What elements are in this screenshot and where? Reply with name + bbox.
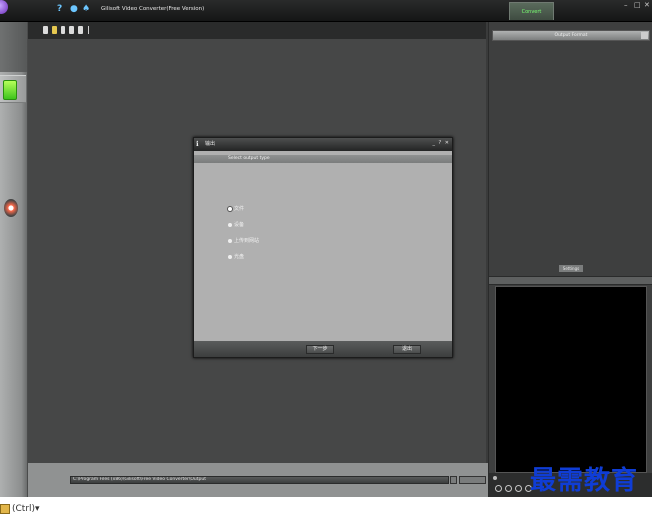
open-folder-button[interactable] [459, 476, 486, 484]
panel-divider [489, 276, 652, 285]
output-format-select[interactable]: Output Format [492, 30, 650, 41]
remove-icon[interactable] [78, 26, 83, 34]
maximize-icon[interactable]: □ [634, 1, 641, 9]
title-bar: ? ● ♠ Gilisoft Video Converter(Free Vers… [0, 0, 652, 22]
sidebar-tab[interactable] [0, 22, 27, 72]
app-logo-icon [0, 0, 8, 14]
watermark: 最需教育 [530, 466, 639, 496]
output-dialog: ℹ 输出 _ ? ✕ Select output type 文件 设备 上传到网… [193, 137, 453, 358]
chevron-down-icon [641, 32, 648, 39]
window-controls: – □ ✕ [622, 0, 652, 16]
toolbar-divider [88, 26, 89, 34]
option-label: 光盘 [234, 254, 245, 260]
option-label: 上传到网站 [234, 238, 260, 244]
add-dvd-icon[interactable] [69, 26, 74, 34]
option-label: 文件 [234, 206, 245, 212]
convert-button[interactable]: Convert [509, 2, 554, 20]
clipboard-icon [0, 503, 10, 514]
exit-button[interactable]: 退出 [393, 345, 421, 354]
clipboard-tag[interactable]: (Ctrl)▾ [0, 503, 40, 515]
preview-player [495, 286, 647, 473]
clipboard-label: (Ctrl) [12, 504, 36, 514]
browse-button[interactable] [450, 476, 457, 484]
settings-button[interactable]: Settings [559, 265, 583, 272]
radio-button[interactable] [228, 223, 232, 227]
app-title: Gilisoft Video Converter(Free Version) [101, 6, 205, 12]
dialog-window-controls[interactable]: _ ? ✕ [432, 140, 450, 147]
globe-icon[interactable]: ● [70, 4, 78, 14]
radio-button[interactable] [228, 255, 232, 259]
output-path-field[interactable]: C:\Program Files (x86)\Gilisoft\Free Vid… [70, 476, 449, 484]
previous-button[interactable] [495, 485, 502, 492]
option-label: 设备 [234, 222, 245, 228]
info-icon: ℹ [196, 140, 199, 148]
stop-button[interactable] [515, 485, 522, 492]
minimize-icon[interactable]: – [624, 1, 628, 9]
right-panel: Output Format Settings [488, 22, 652, 497]
add-file-icon[interactable] [43, 26, 48, 34]
app-window: ? ● ♠ Gilisoft Video Converter(Free Vers… [0, 0, 652, 497]
next-button[interactable]: 下一步 [306, 345, 334, 354]
play-button[interactable] [505, 485, 512, 492]
dialog-footer: 下一步 退出 [194, 341, 452, 357]
close-icon[interactable]: ✕ [644, 1, 650, 9]
add-url-icon[interactable] [61, 26, 65, 34]
dialog-title: 输出 [205, 141, 216, 147]
dialog-subtitle: Select output type [194, 155, 452, 163]
video-file-icon [3, 80, 17, 100]
radio-button[interactable] [228, 239, 232, 243]
update-icon[interactable]: ♠ [82, 4, 90, 14]
dialog-body: Select output type 文件 设备 上传到网站 光盘 [194, 151, 452, 341]
dvd-icon[interactable] [4, 199, 18, 217]
seek-handle[interactable] [493, 476, 497, 480]
toolbar [28, 22, 486, 39]
sidebar-item-video-tool[interactable] [0, 75, 26, 103]
add-folder-icon[interactable] [52, 26, 57, 34]
output-bar: C:\Program Files (x86)\Gilisoft\Free Vid… [28, 463, 488, 497]
dialog-titlebar: ℹ 输出 _ ? ✕ [194, 138, 452, 151]
output-format-label: Output Format [554, 33, 588, 38]
sidebar [0, 22, 28, 497]
help-icon[interactable]: ? [57, 4, 62, 14]
radio-button[interactable] [228, 207, 232, 211]
